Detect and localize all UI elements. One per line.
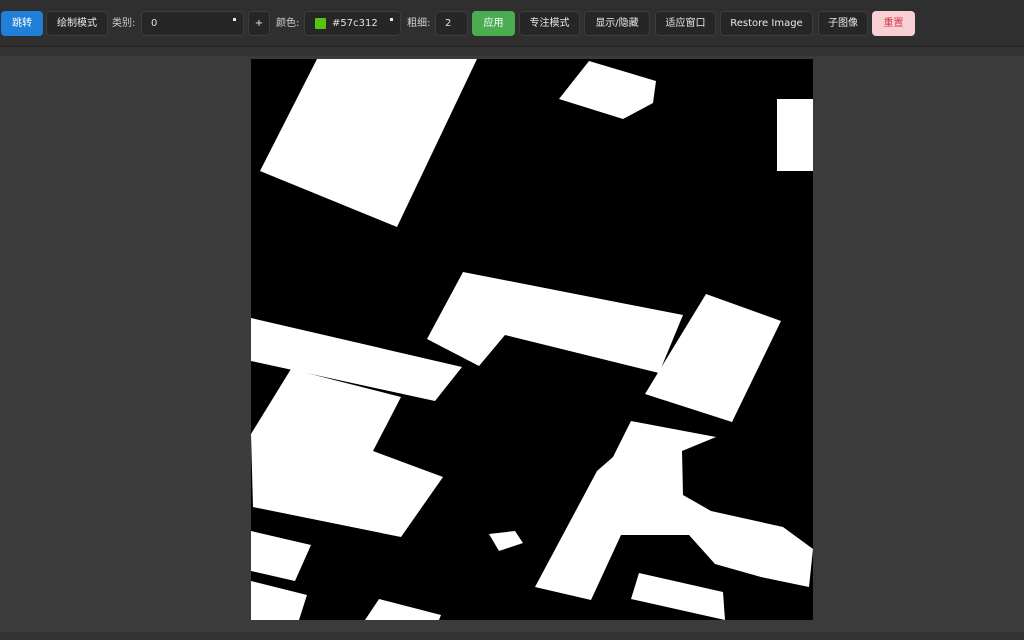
toolbar: 跳转 绘制模式 类别: 0 + 颜色: #57c312 粗细: 2 应用 专注模…: [0, 0, 1024, 47]
mask-region: [559, 61, 656, 119]
mask-region: [535, 421, 813, 600]
toggle-visibility-button[interactable]: 显示/隐藏: [584, 11, 650, 36]
focus-mode-button[interactable]: 专注模式: [519, 11, 580, 36]
thickness-input[interactable]: 2: [435, 11, 468, 36]
sub-image-button[interactable]: 子图像: [818, 11, 868, 36]
jump-button[interactable]: 跳转: [1, 11, 43, 36]
mask-region: [489, 531, 523, 551]
chevron-down-icon: [233, 18, 236, 21]
thickness-value: 2: [445, 18, 452, 29]
chevron-down-icon: [390, 18, 393, 21]
category-value: 0: [151, 18, 158, 29]
toolbar-divider: [0, 47, 1024, 56]
mask-region: [777, 99, 813, 171]
restore-image-button[interactable]: Restore Image: [720, 11, 813, 36]
apply-button[interactable]: 应用: [472, 11, 515, 36]
mask-region: [260, 59, 477, 227]
mask-region: [365, 599, 441, 620]
image-canvas[interactable]: [251, 59, 813, 620]
mask-region: [251, 581, 307, 620]
mask-region: [631, 573, 725, 620]
color-value: #57c312: [332, 18, 378, 29]
category-select[interactable]: 0: [141, 11, 244, 36]
add-category-button[interactable]: +: [248, 11, 270, 36]
segmentation-mask: [251, 59, 813, 620]
status-strip: [0, 632, 1024, 640]
color-select[interactable]: #57c312: [304, 11, 401, 36]
draw-mode-button[interactable]: 绘制模式: [46, 11, 108, 36]
fit-window-button[interactable]: 适应窗口: [655, 11, 716, 36]
color-label: 颜色:: [276, 18, 300, 29]
reset-button[interactable]: 重置: [872, 11, 915, 36]
color-swatch: [315, 18, 326, 29]
mask-region: [251, 531, 311, 581]
category-label: 类别:: [112, 18, 136, 29]
mask-region: [427, 272, 683, 373]
thickness-label: 粗细:: [407, 18, 431, 29]
